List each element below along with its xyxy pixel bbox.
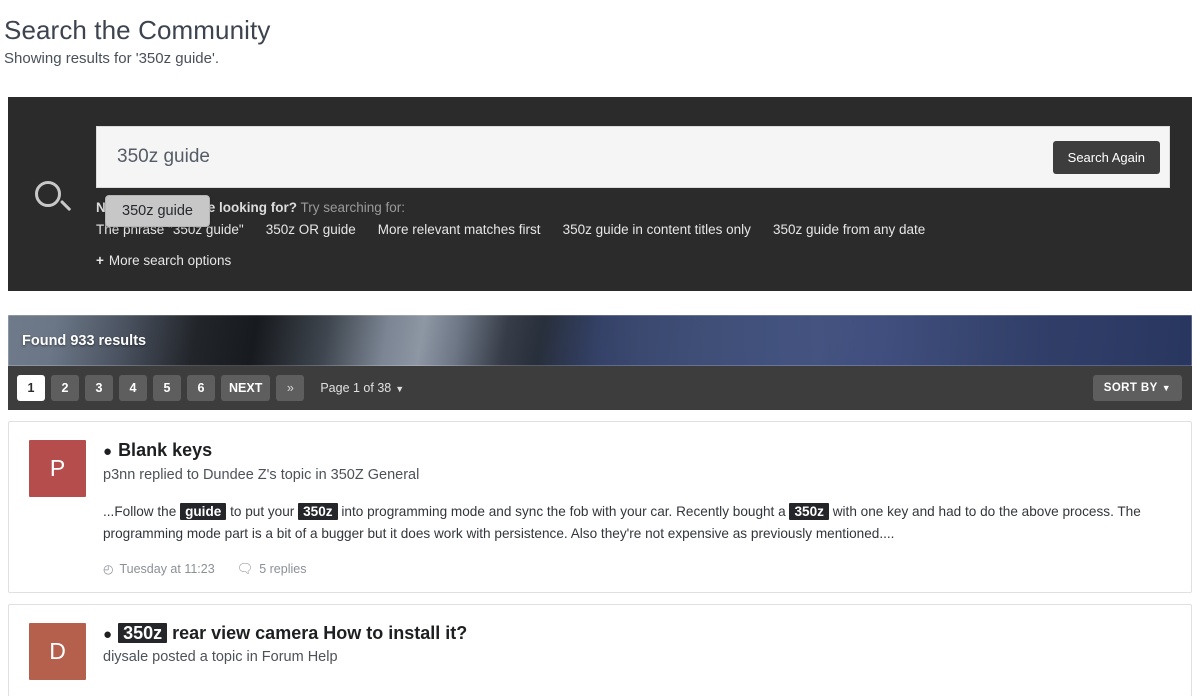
result-title-link[interactable]: 350z rear view camera How to install it? (118, 622, 467, 645)
suggestion-line: Not what you were looking for? Try searc… (96, 198, 1170, 219)
banner-background-image (8, 315, 1192, 366)
search-controls: Search Again Not what you were looking f… (96, 97, 1192, 270)
avatar[interactable]: P (29, 440, 86, 497)
search-term-highlight: 350z (118, 622, 168, 643)
result-snippet: ...Follow the guide to put your 350z int… (103, 503, 1141, 541)
unread-dot-icon: ● (103, 625, 113, 643)
result-title-link[interactable]: Blank keys (118, 440, 212, 462)
result-meta: ◴ Tuesday at 11:23 🗨 5 replies (103, 562, 1171, 576)
magnifier-ring (35, 181, 61, 207)
alt-search-any-date[interactable]: 350z guide from any date (773, 222, 925, 237)
results-list: P ● Blank keys p3nn replied to Dundee Z's t… (8, 421, 1192, 696)
results-banner: Found 933 results (8, 315, 1192, 366)
alt-search-relevance[interactable]: More relevant matches first (378, 222, 541, 237)
page-subtitle: Showing results for '350z guide'. (4, 49, 220, 67)
result-timestamp-label: Tuesday at 11:23 (119, 561, 215, 576)
pagination: 1 2 3 4 5 6 NEXT » (17, 375, 305, 401)
page-selector[interactable]: Page 1 of 38 ▼ (320, 381, 404, 395)
page-button-3[interactable]: 3 (85, 375, 113, 401)
suggestion-tail: Try searching for: (297, 200, 406, 215)
result-subtitle[interactable]: p3nn replied to Dundee Z's topic in 350Z… (103, 466, 1171, 485)
page-button-6[interactable]: 6 (187, 375, 215, 401)
search-again-button[interactable]: Search Again (1052, 140, 1160, 174)
last-page-button[interactable]: » (276, 375, 305, 401)
result-body: ● Blank keys p3nn replied to Dundee Z's to… (103, 440, 1171, 576)
more-search-options-link[interactable]: + More search options (96, 253, 231, 268)
alternative-searches: The phrase "350z guide" 350z OR guide More… (96, 219, 1170, 241)
sort-by-label: SORT BY (1103, 382, 1158, 394)
page-button-2[interactable]: 2 (51, 375, 79, 401)
search-term-highlight: guide (180, 503, 227, 521)
results-toolbar: 1 2 3 4 5 6 NEXT » Page 1 of 38 ▼ SORT BY… (8, 366, 1192, 410)
result-body: ● 350z rear view camera How to install it… (103, 622, 1171, 680)
alt-search-or[interactable]: 350z OR guide (266, 222, 356, 237)
results-count-label: Found 933 results (22, 332, 147, 349)
page-header: Search the Community Showing results for… (0, 0, 1200, 68)
avatar[interactable]: D (29, 622, 86, 680)
comment-icon: 🗨 (236, 561, 254, 577)
result-subtitle[interactable]: diysale posted a topic in Forum Help (103, 648, 1171, 667)
autocomplete-suggestion[interactable]: 350z guide (105, 195, 210, 227)
magnifier-icon (35, 181, 72, 215)
result-title: ● 350z rear view camera How to install it… (103, 622, 1171, 645)
clock-icon: ◴ (103, 561, 114, 576)
search-field: Search Again (96, 126, 1170, 188)
more-search-options-label: More search options (108, 252, 232, 268)
result-replies-label: 5 replies (259, 561, 307, 576)
results-section: Found 933 results 1 2 3 4 5 6 NEXT » Pag… (8, 315, 1192, 696)
search-input[interactable] (97, 127, 1053, 187)
result-card[interactable]: D ● 350z rear view camera How to install i… (8, 603, 1192, 696)
page-button-5[interactable]: 5 (153, 375, 181, 401)
unread-dot-icon: ● (103, 443, 113, 460)
plus-icon: + (96, 252, 104, 268)
page-button-4[interactable]: 4 (119, 375, 147, 401)
sort-by-button[interactable]: SORT BY ▼ (1092, 375, 1182, 401)
page-title: Search the Community (4, 15, 271, 45)
search-term-highlight: 350z (789, 503, 829, 521)
magnifier-handle (60, 199, 72, 212)
search-panel: Search Again Not what you were looking f… (8, 97, 1192, 291)
page-selector-label: Page 1 of 38 (320, 381, 392, 395)
next-page-button[interactable]: NEXT (221, 375, 271, 401)
search-term-highlight: 350z (298, 503, 338, 521)
search-icon-wrap (8, 97, 96, 291)
page-button-1[interactable]: 1 (17, 375, 45, 401)
chevron-down-icon: ▼ (395, 383, 405, 394)
result-timestamp: ◴ Tuesday at 11:23 (103, 562, 215, 576)
result-card[interactable]: P ● Blank keys p3nn replied to Dundee Z's t… (8, 421, 1192, 593)
chevron-down-icon: ▼ (1161, 382, 1171, 393)
result-replies: 🗨 5 replies (237, 562, 307, 576)
alt-search-titles-only[interactable]: 350z guide in content titles only (563, 222, 751, 237)
result-title: ● Blank keys (103, 440, 1171, 462)
